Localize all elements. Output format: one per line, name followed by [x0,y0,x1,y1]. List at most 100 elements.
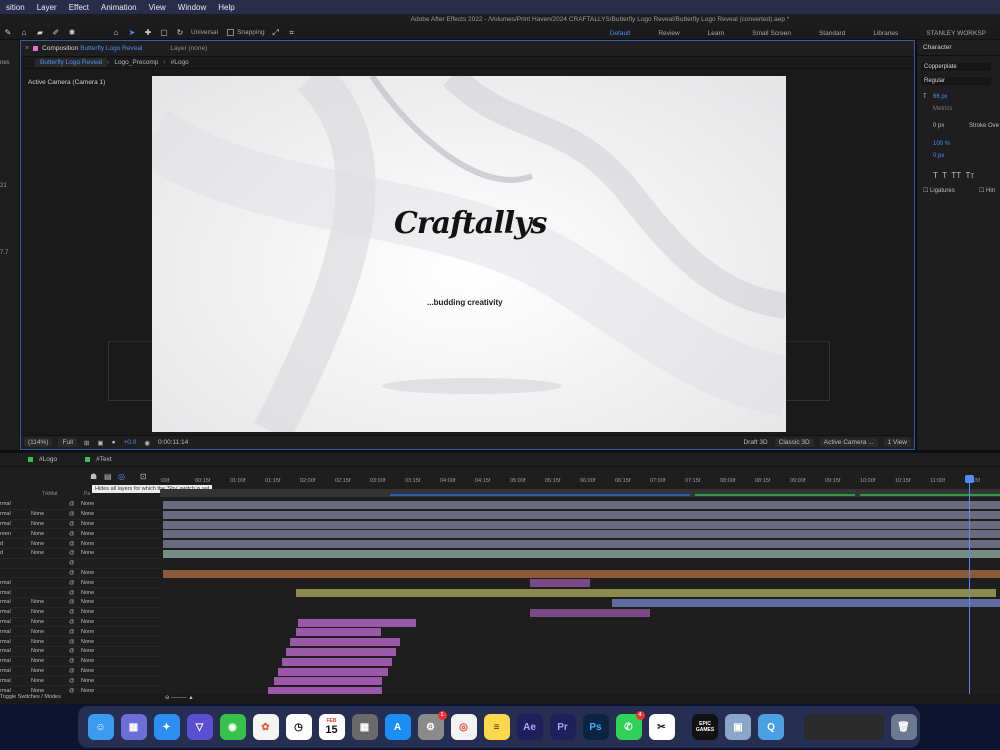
roto-brush-icon[interactable]: ✐ [50,28,62,38]
parent-dropdown[interactable]: None [81,570,129,576]
parent-dropdown[interactable]: None [81,501,129,507]
menu-help[interactable]: Help [212,3,240,12]
layer-row[interactable]: reen None @ None [0,529,160,540]
photos-icon[interactable]: ✿ [252,714,279,740]
workspace-standard[interactable]: Standard [805,30,859,37]
camera-dropdown[interactable]: Active Camera ... [819,438,878,447]
pickwhip-icon[interactable]: @ [69,580,79,586]
pickwhip-icon[interactable]: @ [69,550,79,556]
pickwhip-icon[interactable]: @ [69,570,79,576]
blend-mode-dropdown[interactable]: d [0,550,22,556]
capcut-icon[interactable]: ✂ [648,714,675,740]
current-time-indicator[interactable] [969,475,970,705]
vertical-scale-value[interactable]: 100 % [933,141,950,147]
epic-games-icon[interactable]: EPIC GAMES [692,714,718,740]
layer-row[interactable]: rmal None @ None [0,667,160,677]
universal-label[interactable]: Universal [191,29,218,36]
zoom-dropdown[interactable]: (114%) [24,438,53,447]
parent-dropdown[interactable]: None [81,531,129,537]
workspace-stanley[interactable]: STANLEY WORKSP [912,30,1000,37]
breadcrumb-item[interactable]: #Logo [166,58,194,67]
blend-mode-dropdown[interactable]: rmal [0,658,22,664]
system-settings-icon[interactable]: ⚙ 1 [417,711,447,740]
workspace-libraries[interactable]: Libraries [859,30,912,37]
pickwhip-icon[interactable]: @ [69,599,79,605]
workspace-review[interactable]: Review [644,30,693,37]
rotate-tool-icon[interactable]: ↻ [174,28,186,38]
trkmat-dropdown[interactable]: None [31,599,65,605]
parent-dropdown[interactable]: None [81,550,129,556]
toggle-switches-modes[interactable]: Toggle Switches / Modes [0,694,61,700]
blend-mode-dropdown[interactable]: rmal [0,629,22,635]
frame-blend-icon[interactable]: ▤ [104,472,112,481]
blend-mode-dropdown[interactable]: rmal [0,678,22,684]
menu-composition[interactable]: sition [0,3,31,12]
layer-row[interactable]: rmal @ None [0,588,160,598]
shy-icon[interactable]: ☗ [90,472,97,481]
layer-bar[interactable] [290,638,400,647]
blend-mode-dropdown[interactable]: rmal [0,590,22,596]
brush-icon[interactable]: ✎ [2,28,14,38]
parent-dropdown[interactable]: None [81,580,129,586]
whatsapp-icon[interactable]: ✆ 4 [615,711,645,740]
zoom-slider[interactable]: ⊖ ──── ▲ [165,695,194,701]
parent-dropdown[interactable]: None [81,688,129,694]
pickwhip-icon[interactable]: @ [69,648,79,654]
blend-mode-dropdown[interactable]: rmal [0,599,22,605]
layer-bar[interactable] [163,501,1000,509]
notes-icon[interactable]: ≡ [483,714,510,740]
layer-row[interactable]: @ None [0,569,160,579]
layer-bar[interactable] [274,677,382,686]
trash-icon[interactable]: 🗑 [890,714,917,740]
blend-mode-dropdown[interactable]: rmal [0,619,22,625]
timecode[interactable]: 0:00:11:14 [158,439,188,446]
renderer-dropdown[interactable]: Classic 3D [774,438,814,447]
parent-dropdown[interactable]: None [81,541,129,547]
pickwhip-icon[interactable]: @ [69,658,79,664]
layer-panel-tab[interactable]: Layer (none) [170,45,207,52]
eraser-icon[interactable]: ▰ [34,28,46,38]
layer-bar[interactable] [163,569,1000,578]
trkmat-dropdown[interactable]: None [31,629,65,635]
faux-styles-row[interactable]: T T TT Tт [933,171,974,180]
layer-row[interactable]: rmal None @ None [0,657,160,667]
pickwhip-icon[interactable]: @ [69,639,79,645]
layer-row[interactable]: rmal None @ None [0,608,160,618]
blend-mode-dropdown[interactable]: rmal [0,648,22,654]
hindi-digits-checkbox[interactable]: ☐ Hin [979,187,995,194]
layer-row[interactable]: rmal None @ None [0,647,160,657]
clock-icon[interactable]: ◷ [285,714,312,740]
motion-blur-icon[interactable]: ◎ [118,472,125,481]
hand-tool-icon[interactable]: ✚ [142,28,154,38]
view-layout-dropdown[interactable]: 1 View [883,438,911,447]
pickwhip-icon[interactable]: @ [69,560,79,566]
layer-row[interactable]: rmal None @ None [0,510,160,520]
layer-bar[interactable] [163,510,1000,519]
pickwhip-icon[interactable]: @ [69,688,79,694]
menu-effect[interactable]: Effect [63,3,95,12]
draft-3d-toggle[interactable]: Draft 3D [743,439,767,446]
blend-mode-dropdown[interactable]: rmal [0,580,22,586]
pickwhip-icon[interactable]: @ [69,590,79,596]
parent-dropdown[interactable]: None [81,511,129,517]
pickwhip-icon[interactable]: @ [69,541,79,547]
tab-logo[interactable]: #Logo [12,456,57,463]
blend-mode-dropdown[interactable]: rmal [0,688,22,694]
blend-mode-dropdown[interactable]: rmal [0,501,22,507]
menu-layer[interactable]: Layer [31,3,63,12]
layer-bar[interactable] [278,667,388,676]
close-icon[interactable]: × [25,45,29,52]
parent-dropdown[interactable]: None [81,668,129,674]
pickwhip-icon[interactable]: @ [69,668,79,674]
layer-row[interactable]: d None @ None [0,539,160,549]
work-area-bar[interactable] [160,489,1000,497]
snapping-checkbox[interactable] [227,29,235,36]
pickwhip-icon[interactable]: @ [69,629,79,635]
trkmat-dropdown[interactable]: None [31,511,65,517]
minimized-windows[interactable] [803,714,884,740]
calculator-icon[interactable]: ▦ [351,714,378,740]
layer-row[interactable]: @ [0,559,160,569]
pickwhip-icon[interactable]: @ [69,501,79,507]
layer-bar[interactable] [296,589,996,598]
layer-bar[interactable] [612,599,1000,607]
